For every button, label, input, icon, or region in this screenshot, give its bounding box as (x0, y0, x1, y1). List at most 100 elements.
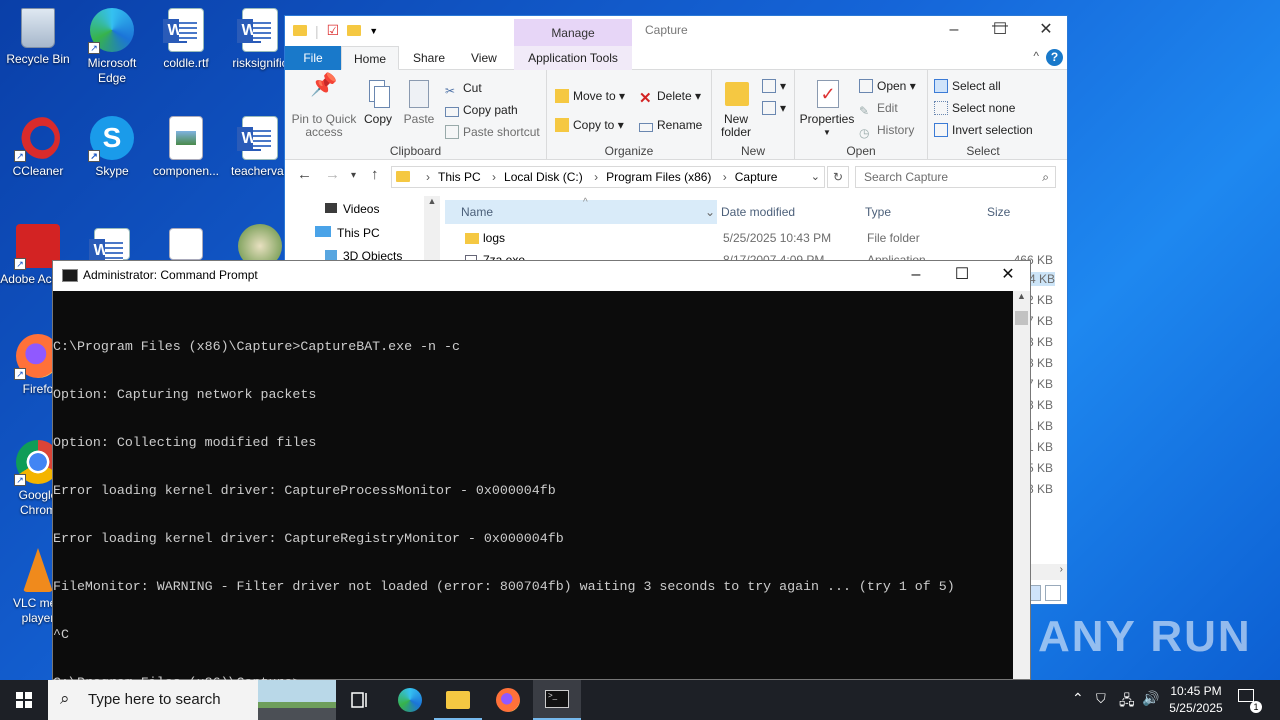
new-folder-icon[interactable] (347, 25, 362, 36)
vertical-scrollbar[interactable]: ▲ (1013, 291, 1030, 679)
history-button[interactable]: ◷ History (859, 120, 914, 140)
paste-shortcut-button[interactable]: Paste shortcut (445, 122, 540, 142)
properties-button[interactable]: ✓ Properties ▼ (799, 78, 855, 139)
help-icon[interactable]: ? (1046, 49, 1063, 66)
desktop-icon-edge[interactable]: ↗ Microsoft Edge (74, 8, 150, 86)
nav-item-videos[interactable]: Videos (325, 202, 379, 216)
recent-locations-icon[interactable]: ▾ (351, 170, 356, 181)
folder-icon (465, 233, 479, 244)
copy-button[interactable]: Copy (359, 78, 397, 126)
maximize-button[interactable]: ☐ (939, 261, 985, 291)
task-view-button[interactable] (336, 680, 384, 720)
search-icon: ⌕ (1042, 170, 1049, 184)
select-none-button[interactable]: Select none (934, 98, 1015, 118)
scroll-thumb[interactable] (1015, 311, 1028, 325)
desktop-icon-image-2[interactable] (148, 228, 224, 264)
file-row[interactable]: logs 5/25/2025 10:43 PM File folder (443, 228, 1067, 249)
breadcrumb-local-disk[interactable]: Local Disk (C:) (504, 170, 583, 184)
tab-share[interactable]: Share (401, 46, 457, 70)
refresh-icon[interactable]: ↻ (827, 166, 849, 188)
address-bar[interactable]: › This PC › Local Disk (C:) › Program Files… (391, 166, 825, 188)
rename-button[interactable]: Rename (639, 115, 702, 135)
desktop-icon-componen[interactable]: componen... (148, 116, 224, 179)
column-header-type[interactable]: Type (865, 200, 891, 224)
taskbar-file-explorer[interactable] (434, 680, 482, 720)
new-folder-button[interactable]: New folder (716, 78, 756, 139)
desktop-icon-skype[interactable]: S ↗ Skype (74, 116, 150, 179)
desktop-icon-recycle-bin[interactable]: Recycle Bin (0, 8, 76, 67)
paste-icon (404, 78, 434, 110)
move-to-button[interactable]: Move to ▾ (555, 86, 625, 106)
task-view-icon (351, 692, 367, 708)
taskbar-firefox[interactable] (484, 680, 532, 720)
customize-quick-access-icon[interactable]: ▼ (369, 26, 378, 36)
copy-path-label: Copy path (463, 103, 518, 117)
start-button[interactable] (0, 680, 48, 720)
maximize-button[interactable]: ☐ (977, 16, 1023, 46)
tab-view[interactable]: View (459, 46, 509, 70)
notifications-button[interactable]: 1 (1238, 689, 1266, 720)
breadcrumb-program-files[interactable]: Program Files (x86) (606, 170, 711, 184)
back-arrow-icon[interactable]: ← (297, 166, 312, 183)
large-icons-view-icon[interactable] (1045, 585, 1061, 601)
console-line: Option: Capturing network packets (53, 387, 317, 402)
search-placeholder: Type here to search (88, 691, 221, 708)
copy-path-button[interactable]: Copy path (445, 100, 518, 120)
console-output[interactable]: C:\Program Files (x86)\Capture>CaptureBA… (53, 307, 1013, 720)
new-item-button[interactable]: ▾ (762, 76, 786, 96)
desktop-icon-coldle[interactable]: coldle.rtf (148, 8, 224, 71)
chevron-down-icon[interactable]: ⌄ (811, 167, 820, 187)
column-header-size[interactable]: Size (987, 200, 1010, 224)
system-clock[interactable]: 10:45 PM 5/25/2025 (1160, 683, 1232, 717)
forward-arrow-icon[interactable]: → (325, 166, 340, 183)
clock-time: 10:45 PM (1170, 684, 1222, 698)
cmd-titlebar[interactable]: Administrator: Command Prompt – ☐ ✕ (53, 261, 1030, 291)
close-button[interactable]: ✕ (1023, 16, 1069, 46)
nav-item-this-pc[interactable]: This PC (315, 226, 380, 240)
minimize-button[interactable]: – (931, 16, 977, 46)
pin-quick-access-button[interactable]: 📌 Pin to Quick access (289, 74, 359, 139)
column-header-name[interactable]: Name ^ ⌄ (445, 197, 717, 224)
tab-file[interactable]: File (285, 46, 341, 70)
properties-icon[interactable]: ☑ (327, 22, 340, 39)
search-box[interactable]: Search Capture ⌕ (855, 166, 1056, 188)
breadcrumb-capture[interactable]: Capture (735, 170, 778, 184)
collapse-ribbon-icon[interactable]: ^ (1033, 49, 1039, 63)
invert-selection-button[interactable]: Invert selection (934, 120, 1033, 140)
nav-label: This PC (337, 226, 380, 240)
edit-button[interactable]: ✎ Edit (859, 98, 898, 118)
easy-access-button[interactable]: ▾ (762, 98, 786, 118)
desktop-icon-word-doc-2[interactable] (74, 228, 150, 264)
tab-manage[interactable]: Manage (514, 19, 632, 47)
taskbar-command-prompt[interactable]: >_ (533, 680, 581, 720)
copy-to-button[interactable]: Copy to ▾ (555, 115, 624, 135)
delete-button[interactable]: ✕ Delete ▾ (639, 86, 701, 106)
scroll-right-icon[interactable]: › (1060, 564, 1063, 575)
taskbar-edge[interactable] (386, 680, 434, 720)
security-shield-icon[interactable]: ⛉ (1096, 691, 1106, 720)
tab-home[interactable]: Home (341, 46, 399, 70)
show-hidden-icons[interactable]: ⌃ (1072, 690, 1084, 720)
up-arrow-icon[interactable]: ↑ (371, 166, 379, 183)
console-line: C:\Program Files (x86)\Capture>CaptureBA… (53, 339, 460, 354)
chevron-down-icon[interactable]: ⌄ (705, 200, 715, 224)
minimize-button[interactable]: – (893, 261, 939, 291)
select-all-button[interactable]: Select all (934, 76, 1001, 96)
command-prompt-window[interactable]: Administrator: Command Prompt – ☐ ✕ C:\P… (52, 260, 1031, 690)
open-button[interactable]: Open ▾ (859, 76, 916, 96)
network-icon[interactable]: 🖧 (1119, 690, 1135, 720)
group-label-new: New (740, 144, 765, 158)
desktop-icon-label: Microsoft Edge (87, 56, 137, 85)
volume-icon[interactable]: 🔊 (1142, 690, 1159, 720)
desktop-icon-ccleaner[interactable]: ↗ CCleaner (0, 116, 76, 179)
console-line: Error loading kernel driver: CaptureRegi… (53, 531, 564, 546)
search-icon: ⌕ (60, 689, 70, 708)
taskbar-search-box[interactable]: ⌕ Type here to search (48, 680, 336, 720)
breadcrumb-this-pc[interactable]: This PC (438, 170, 481, 184)
column-header-date[interactable]: Date modified (721, 200, 795, 224)
scroll-up-icon[interactable]: ▲ (1013, 291, 1030, 301)
cut-button[interactable]: ✂ Cut (445, 78, 482, 98)
close-button[interactable]: ✕ (985, 261, 1031, 291)
tab-application-tools[interactable]: Application Tools (514, 46, 632, 70)
paste-button[interactable]: Paste (399, 78, 439, 126)
